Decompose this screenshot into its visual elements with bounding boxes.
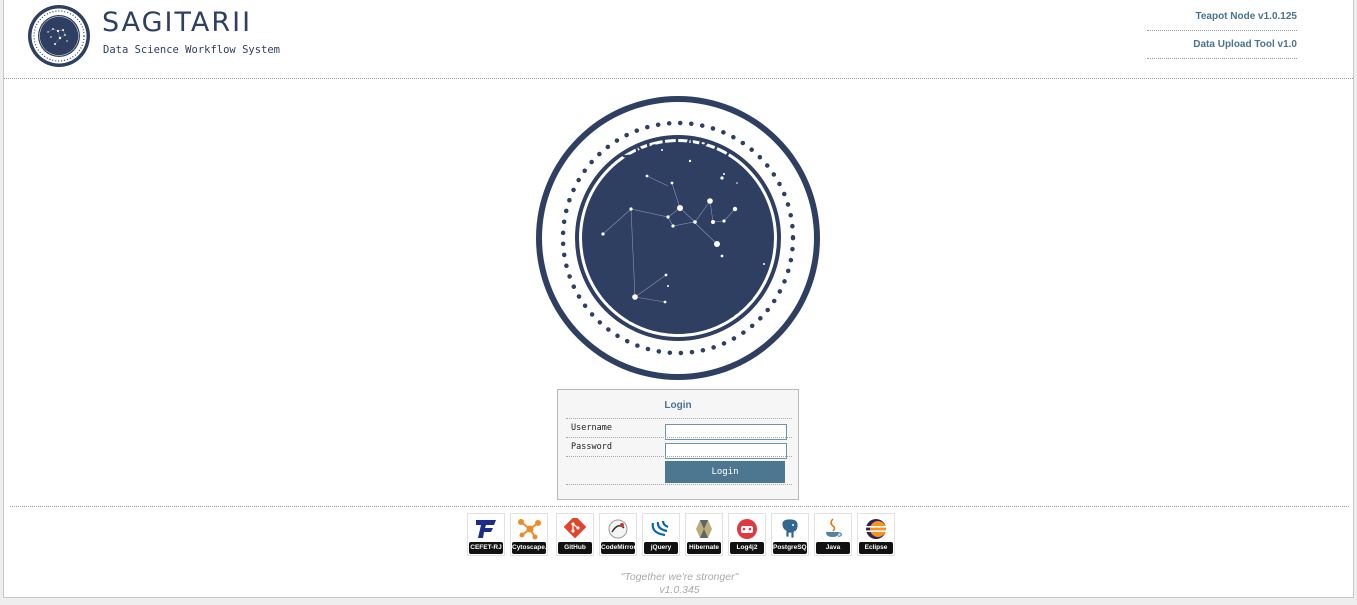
tech-label: jQuery <box>644 542 678 554</box>
username-label: Username <box>571 423 612 433</box>
codemirror-logo[interactable]: CodeMirror <box>599 513 637 556</box>
login-button[interactable]: Login <box>665 461 785 483</box>
footer-divider <box>10 506 1349 507</box>
java-logo[interactable]: Java <box>814 513 852 556</box>
tech-label: Log4j2 <box>730 542 764 554</box>
header: SAGITARII Data Science Workflow System T… <box>4 0 1353 79</box>
log4j2-logo[interactable]: Log4j2 <box>728 513 766 556</box>
tech-label: CEFET-RJ <box>469 542 503 554</box>
eclipse-icon <box>862 517 890 541</box>
login-panel: Login Username Password Login <box>557 389 799 500</box>
sagitarii-emblem: SAGITARII EX UNITATE VIRES <box>536 96 820 380</box>
postgresql-logo[interactable]: PostgreSQL <box>771 513 809 556</box>
eclipse-logo[interactable]: Eclipse <box>857 513 895 556</box>
cefet-rj-icon <box>472 517 500 541</box>
tech-label: GitHub <box>558 542 592 554</box>
top-links: Teapot Node v1.0.125 Data Upload Tool v1… <box>1147 3 1297 59</box>
brand-subtitle: Data Science Workflow System <box>103 44 281 56</box>
tech-label: Eclipse <box>859 542 893 554</box>
java-cup-icon <box>819 517 847 541</box>
password-row: Password <box>566 437 792 459</box>
brand-title: SAGITARII <box>102 7 253 38</box>
hibernate-icon <box>690 517 718 541</box>
data-upload-tool-link[interactable]: Data Upload Tool v1.0 <box>1147 31 1297 59</box>
hibernate-logo[interactable]: Hibernate <box>685 513 723 556</box>
sagitarii-logo-icon[interactable] <box>27 4 91 68</box>
teapot-node-link[interactable]: Teapot Node v1.0.125 <box>1147 3 1297 31</box>
jquery-icon <box>647 517 675 541</box>
github-logo[interactable]: GitHub <box>556 513 594 556</box>
tech-label: Cytoscape.js <box>512 542 546 554</box>
log4j2-icon <box>733 517 761 541</box>
login-button-row: Login <box>566 456 792 485</box>
page-frame: SAGITARII Data Science Workflow System T… <box>3 0 1354 598</box>
cytoscape-icon <box>515 517 543 541</box>
password-label: Password <box>571 442 612 452</box>
tech-label: CodeMirror <box>601 542 635 554</box>
tech-label: Java <box>816 542 850 554</box>
git-icon <box>561 517 589 541</box>
jquery-logo[interactable]: jQuery <box>642 513 680 556</box>
motto-text: "Together we're stronger" <box>620 571 739 583</box>
tech-label: PostgreSQL <box>773 542 807 554</box>
cefet-rj-logo[interactable]: CEFET-RJ <box>467 513 505 556</box>
login-title: Login <box>664 400 692 411</box>
postgresql-elephant-icon <box>776 517 804 541</box>
codemirror-icon <box>604 517 632 541</box>
tech-label: Hibernate <box>687 542 721 554</box>
cytoscape-logo[interactable]: Cytoscape.js <box>510 513 548 556</box>
version-text: v1.0.345 <box>659 584 700 596</box>
username-row: Username <box>566 418 792 440</box>
